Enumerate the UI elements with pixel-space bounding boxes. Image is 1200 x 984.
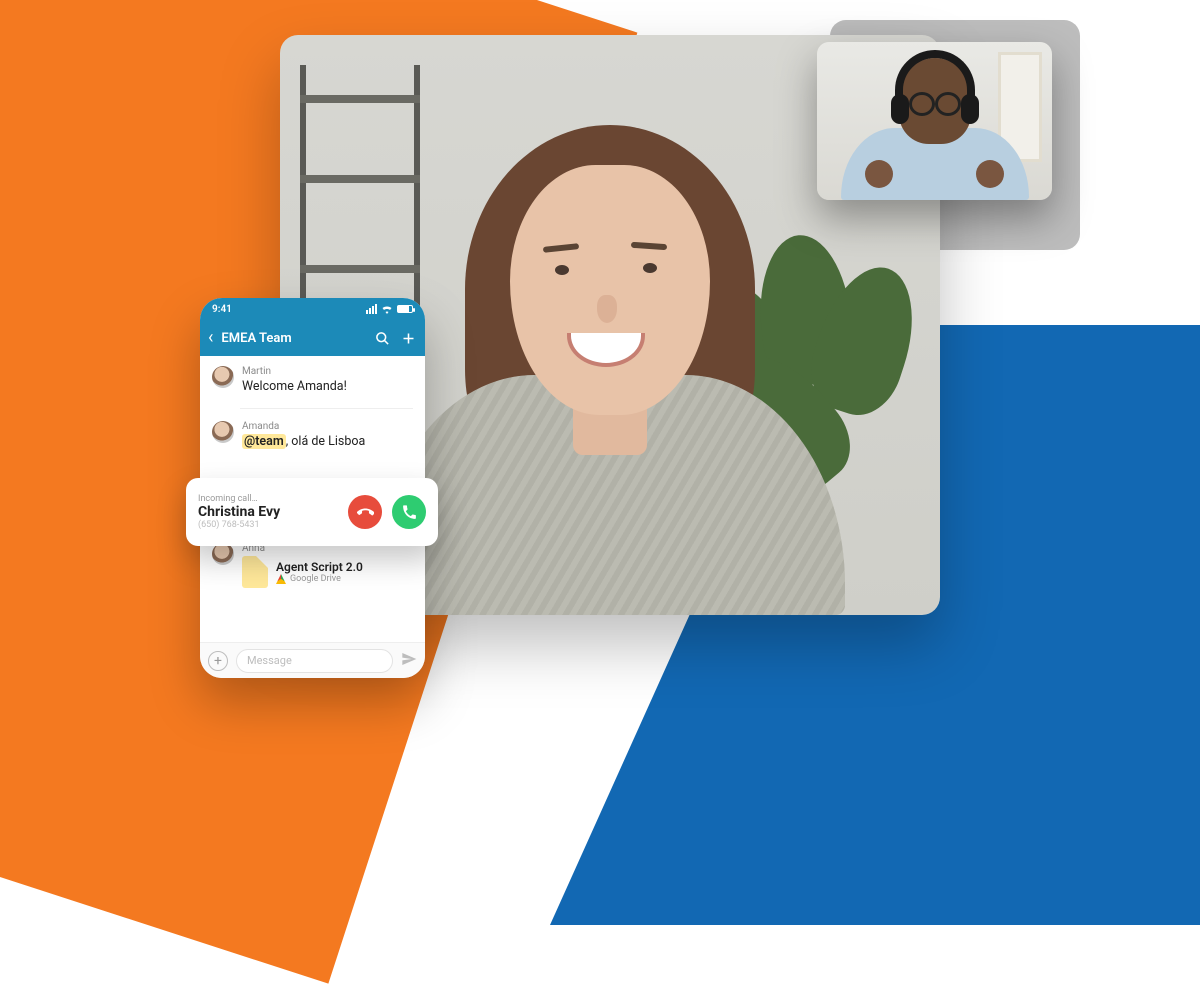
file-source: Google Drive	[290, 574, 341, 584]
message-row: Anna Agent Script 2.0 Google Drive	[212, 543, 413, 588]
incoming-call-name: Christina Evy	[198, 504, 338, 520]
incoming-call-label: Incoming call…	[198, 494, 338, 504]
decline-call-button[interactable]	[348, 495, 382, 529]
file-title: Agent Script 2.0	[276, 560, 363, 574]
message-row: Amanda @team, olá de Lisboa	[212, 421, 413, 449]
message-row: Martin Welcome Amanda!	[212, 366, 413, 394]
chat-navbar: ‹ EMEA Team	[200, 320, 425, 356]
search-icon[interactable]	[373, 329, 391, 347]
message-text: @team, olá de Lisboa	[242, 434, 413, 449]
message-input[interactable]: Message	[236, 649, 393, 673]
avatar	[212, 366, 234, 388]
file-attachment[interactable]: Agent Script 2.0 Google Drive	[242, 556, 413, 588]
mention-chip[interactable]: @team	[242, 434, 286, 449]
battery-icon	[397, 305, 413, 313]
divider	[240, 408, 413, 409]
add-icon[interactable]	[399, 329, 417, 347]
google-drive-icon	[276, 574, 286, 584]
status-bar: 9:41	[200, 298, 425, 320]
incoming-call-number: (650) 768-5431	[198, 520, 338, 530]
back-button[interactable]: ‹	[208, 329, 213, 347]
avatar	[212, 543, 234, 565]
message-sender: Amanda	[242, 421, 413, 432]
chat-title: EMEA Team	[221, 331, 365, 346]
message-composer: + Message	[200, 642, 425, 678]
status-time: 9:41	[212, 304, 232, 315]
message-text: Welcome Amanda!	[242, 379, 413, 394]
accept-call-button[interactable]	[392, 495, 426, 529]
avatar	[212, 421, 234, 443]
file-icon	[242, 556, 268, 588]
send-button[interactable]	[401, 651, 417, 671]
video-pip-tile[interactable]	[817, 42, 1052, 200]
message-sender: Martin	[242, 366, 413, 377]
attach-button[interactable]: +	[208, 651, 228, 671]
incoming-call-card: Incoming call… Christina Evy (650) 768-5…	[186, 478, 438, 546]
signal-icon	[366, 304, 377, 314]
wifi-icon	[381, 305, 393, 314]
